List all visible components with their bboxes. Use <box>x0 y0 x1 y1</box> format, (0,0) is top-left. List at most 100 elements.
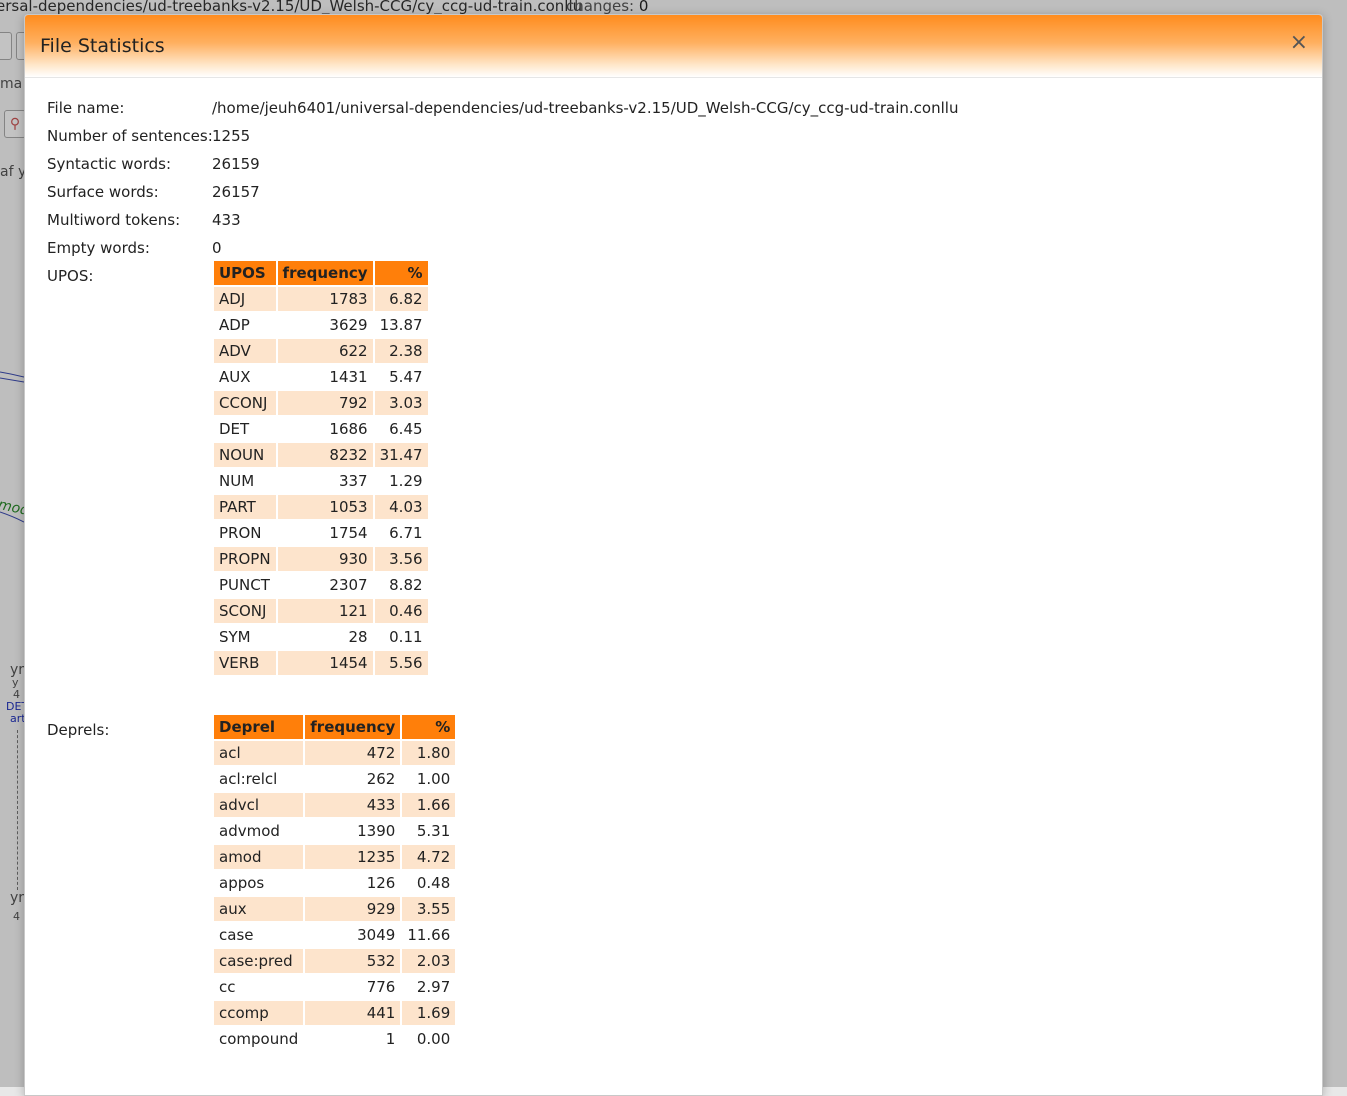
frequency-cell: 8232 <box>277 443 373 467</box>
frequency-cell: 28 <box>277 625 373 649</box>
upos-row: AUX 1431 5.47 <box>214 365 428 389</box>
frequency-cell: 622 <box>277 339 373 363</box>
frequency-cell: 776 <box>305 975 401 999</box>
percent-cell: 6.71 <box>374 521 428 545</box>
file-name-value: /home/jeuh6401/universal-dependencies/ud… <box>212 99 959 117</box>
frequency-cell: 2307 <box>277 573 373 597</box>
upos-row: ADJ 1783 6.82 <box>214 287 428 311</box>
label-cell: case <box>214 923 304 947</box>
percent-cell: 1.80 <box>402 741 456 765</box>
deprel-row: cc 776 2.97 <box>214 975 456 999</box>
percent-col-header[interactable]: % <box>374 261 428 285</box>
frequency-cell: 441 <box>305 1001 401 1025</box>
deprel-row: amod 1235 4.72 <box>214 845 456 869</box>
label-cell: appos <box>214 871 304 895</box>
label-cell: aux <box>214 897 304 921</box>
frequency-cell: 1235 <box>305 845 401 869</box>
upos-row: PART 1053 4.03 <box>214 495 428 519</box>
dialog-header: File Statistics × <box>25 15 1322 78</box>
frequency-cell: 337 <box>277 469 373 493</box>
label-cell: VERB <box>214 651 276 675</box>
percent-cell: 1.00 <box>402 767 456 791</box>
frequency-cell: 1053 <box>277 495 373 519</box>
percent-cell: 4.72 <box>402 845 456 869</box>
deprel-row: compound 1 0.00 <box>214 1027 456 1051</box>
deprel-table: Deprel frequency % acl 472 1.80 acl:relcl 26… <box>212 713 457 1053</box>
upos-row: PRON 1754 6.71 <box>214 521 428 545</box>
percent-cell: 31.47 <box>374 443 428 467</box>
upos-row: NOUN 8232 31.47 <box>214 443 428 467</box>
label-cell: ADV <box>214 339 276 363</box>
upos-row: VERB 1454 5.56 <box>214 651 428 675</box>
file-name-label: File name: <box>47 99 125 117</box>
deprel-header-row: Deprel frequency % <box>214 715 456 739</box>
percent-cell: 6.82 <box>374 287 428 311</box>
label-cell: ADJ <box>214 287 276 311</box>
deprel-row: case:pred 532 2.03 <box>214 949 456 973</box>
label-cell: PRON <box>214 521 276 545</box>
deprel-row: advcl 433 1.66 <box>214 793 456 817</box>
frequency-cell: 3049 <box>305 923 401 947</box>
frequency-cell: 930 <box>277 547 373 571</box>
percent-cell: 2.03 <box>402 949 456 973</box>
label-cell: SCONJ <box>214 599 276 623</box>
upos-row: CCONJ 792 3.03 <box>214 391 428 415</box>
surface-words-value: 26157 <box>212 183 260 201</box>
percent-cell: 8.82 <box>374 573 428 597</box>
frequency-cell: 792 <box>277 391 373 415</box>
label-cell: advcl <box>214 793 304 817</box>
label-cell: compound <box>214 1027 304 1051</box>
upos-row: SYM 28 0.11 <box>214 625 428 649</box>
label-cell: case:pred <box>214 949 304 973</box>
dialog-title: File Statistics <box>40 35 165 57</box>
percent-cell: 0.46 <box>374 599 428 623</box>
deprel-row: aux 929 3.55 <box>214 897 456 921</box>
frequency-col-header[interactable]: frequency <box>277 261 373 285</box>
percent-cell: 6.45 <box>374 417 428 441</box>
deprel-row: advmod 1390 5.31 <box>214 819 456 843</box>
percent-cell: 0.48 <box>402 871 456 895</box>
label-cell: PROPN <box>214 547 276 571</box>
upos-row: NUM 337 1.29 <box>214 469 428 493</box>
upos-row: PROPN 930 3.56 <box>214 547 428 571</box>
label-cell: advmod <box>214 819 304 843</box>
label-cell: amod <box>214 845 304 869</box>
percent-col-header[interactable]: % <box>402 715 456 739</box>
upos-col-header[interactable]: UPOS <box>214 261 276 285</box>
label-cell: ccomp <box>214 1001 304 1025</box>
percent-cell: 3.03 <box>374 391 428 415</box>
upos-row: DET 1686 6.45 <box>214 417 428 441</box>
sentences-label: Number of sentences: <box>47 127 213 145</box>
percent-cell: 5.31 <box>402 819 456 843</box>
frequency-col-header[interactable]: frequency <box>305 715 401 739</box>
sentences-value: 1255 <box>212 127 251 145</box>
label-cell: acl <box>214 741 304 765</box>
percent-cell: 11.66 <box>402 923 456 947</box>
empty-words-label: Empty words: <box>47 239 150 257</box>
upos-header-row: UPOS frequency % <box>214 261 428 285</box>
label-cell: AUX <box>214 365 276 389</box>
deprel-row: case 3049 11.66 <box>214 923 456 947</box>
file-statistics-dialog: File Statistics × File name: /home/jeuh6… <box>24 14 1323 1096</box>
deprel-row: acl 472 1.80 <box>214 741 456 765</box>
percent-cell: 4.03 <box>374 495 428 519</box>
percent-cell: 13.87 <box>374 313 428 337</box>
percent-cell: 2.97 <box>402 975 456 999</box>
percent-cell: 0.11 <box>374 625 428 649</box>
deprel-row: appos 126 0.48 <box>214 871 456 895</box>
frequency-cell: 1783 <box>277 287 373 311</box>
frequency-cell: 1390 <box>305 819 401 843</box>
deprel-col-header[interactable]: Deprel <box>214 715 304 739</box>
percent-cell: 5.56 <box>374 651 428 675</box>
frequency-cell: 532 <box>305 949 401 973</box>
frequency-cell: 1686 <box>277 417 373 441</box>
close-icon[interactable]: × <box>1290 31 1308 55</box>
frequency-cell: 1431 <box>277 365 373 389</box>
label-cell: CCONJ <box>214 391 276 415</box>
upos-row: PUNCT 2307 8.82 <box>214 573 428 597</box>
percent-cell: 1.29 <box>374 469 428 493</box>
upos-row: ADV 622 2.38 <box>214 339 428 363</box>
frequency-cell: 1454 <box>277 651 373 675</box>
frequency-cell: 126 <box>305 871 401 895</box>
upos-table: UPOS frequency % ADJ 1783 6.82 ADP 3629 13.87… <box>212 259 430 677</box>
